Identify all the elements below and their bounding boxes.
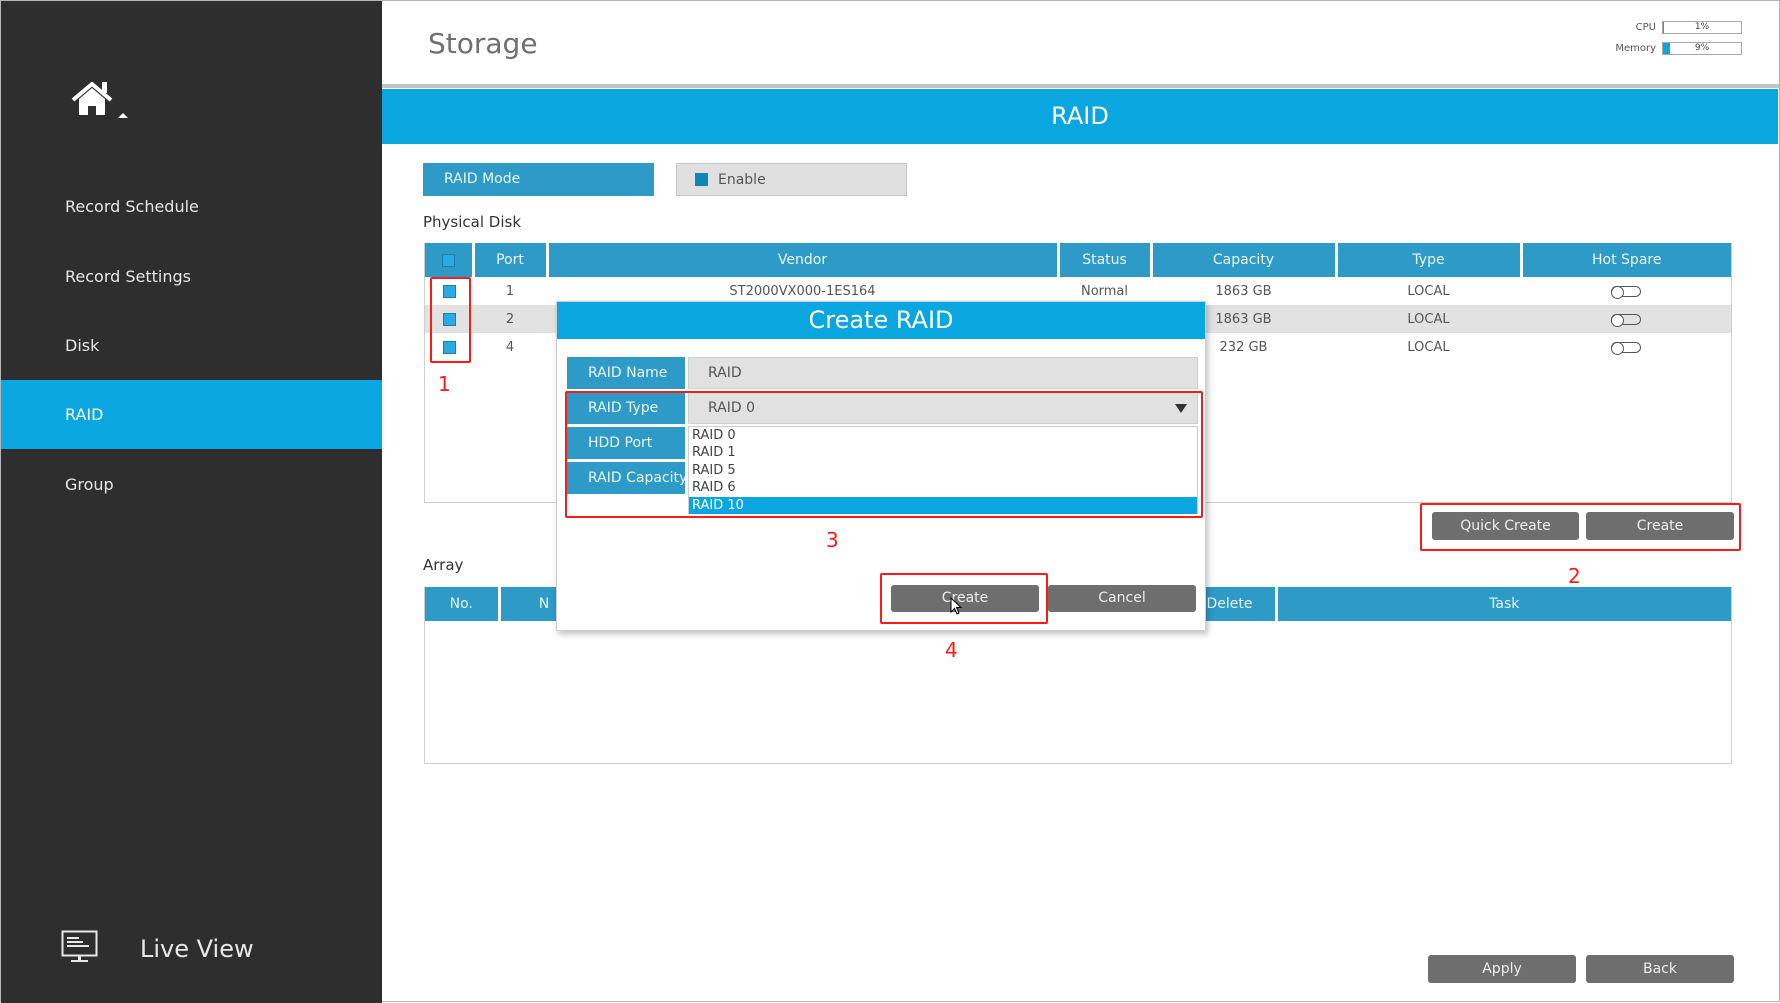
port-cell: 1	[505, 283, 515, 299]
hot-spare-toggle[interactable]	[1611, 313, 1641, 327]
monitor-icon	[61, 930, 98, 967]
sidebar-item-group[interactable]: Group	[1, 450, 382, 519]
raid-mode-enable-checkbox[interactable]: Enable	[676, 163, 907, 196]
system-meters: CPU 1% Memory 9%	[1615, 17, 1742, 59]
live-view-button[interactable]: Live View	[61, 926, 254, 971]
memory-label: Memory	[1615, 43, 1656, 54]
annotation-box-4	[880, 573, 1048, 624]
column-header-hot-spare: Hot Spare	[1521, 243, 1731, 277]
sidebar: Record Schedule Record Settings Disk RAI…	[1, 1, 382, 1003]
type-cell: LOCAL	[1407, 283, 1450, 299]
column-header-capacity: Capacity	[1151, 243, 1338, 277]
column-header-vendor: Vendor	[547, 243, 1060, 277]
back-button[interactable]: Back	[1586, 955, 1734, 983]
hot-spare-toggle[interactable]	[1611, 341, 1641, 355]
annotation-box-3	[565, 391, 1203, 518]
array-label: Array	[423, 556, 464, 574]
column-header-task: Task	[1276, 587, 1731, 621]
memory-meter: Memory 9%	[1615, 38, 1742, 59]
sidebar-item-disk[interactable]: Disk	[1, 311, 382, 380]
annotation-number-1: 1	[438, 372, 451, 396]
dialog-title: Create RAID	[557, 302, 1205, 339]
column-header-status: Status	[1058, 243, 1153, 277]
app-window: Record Schedule Record Settings Disk RAI…	[0, 0, 1780, 1003]
sidebar-item-raid[interactable]: RAID	[1, 380, 382, 449]
type-cell: LOCAL	[1336, 305, 1521, 333]
cpu-bar: 1%	[1662, 21, 1742, 34]
memory-value: 9%	[1694, 43, 1710, 53]
cpu-meter: CPU 1%	[1615, 17, 1742, 38]
enable-label: Enable	[718, 171, 766, 188]
port-cell: 2	[473, 305, 547, 333]
hot-spare-toggle[interactable]	[1611, 285, 1641, 299]
annotation-box-2	[1420, 503, 1741, 551]
home-icon[interactable]	[71, 81, 131, 123]
raid-name-label: RAID Name	[567, 357, 685, 389]
select-all-checkbox[interactable]	[441, 253, 455, 267]
port-cell: 4	[505, 339, 515, 355]
annotation-number-3: 3	[826, 528, 839, 552]
column-header-type: Type	[1336, 243, 1523, 277]
physical-disk-label: Physical Disk	[423, 213, 522, 231]
raid-name-input[interactable]: RAID	[688, 357, 1198, 389]
sidebar-item-record-schedule[interactable]: Record Schedule	[1, 172, 382, 241]
header-divider	[382, 84, 1779, 88]
cpu-value: 1%	[1694, 22, 1710, 32]
annotation-number-2: 2	[1568, 564, 1581, 588]
cpu-label: CPU	[1635, 22, 1656, 33]
section-title: RAID	[382, 89, 1778, 144]
column-header-no: No.	[425, 587, 501, 621]
table-header-row: Port Vendor Status Capacity Type Hot Spa…	[425, 243, 1731, 277]
column-header-port: Port	[473, 243, 549, 277]
raid-mode-label: RAID Mode	[423, 163, 654, 196]
annotation-box-1	[430, 277, 471, 363]
memory-bar: 9%	[1662, 42, 1742, 55]
checkbox-checked-icon	[695, 173, 708, 186]
dialog-cancel-button[interactable]: Cancel	[1048, 585, 1196, 612]
type-cell: LOCAL	[1407, 339, 1450, 355]
page-title: Storage	[428, 27, 538, 60]
select-all-header[interactable]	[425, 243, 475, 277]
annotation-number-4: 4	[945, 638, 958, 662]
sidebar-item-record-settings[interactable]: Record Settings	[1, 242, 382, 311]
apply-button[interactable]: Apply	[1428, 955, 1576, 983]
live-view-label: Live View	[140, 934, 254, 963]
